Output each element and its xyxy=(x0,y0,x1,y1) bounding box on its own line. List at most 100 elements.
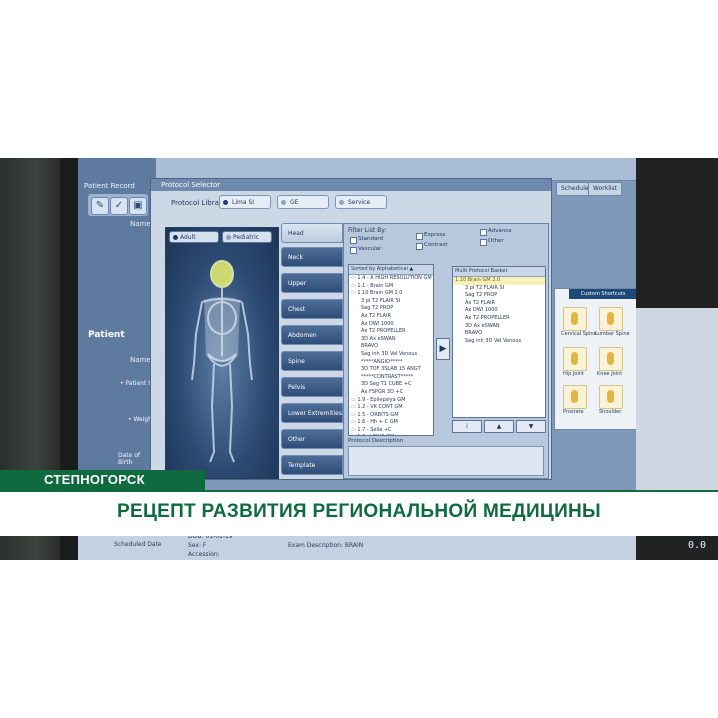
protocol-list-item[interactable]: Ax T2 PROPELLER xyxy=(349,328,433,336)
basket-list-item[interactable]: Ax T2 FLAIR xyxy=(453,300,545,308)
radio-dot-icon xyxy=(223,200,228,205)
custom-shortcuts-tab[interactable]: Custom Shortcuts xyxy=(569,289,637,299)
checkbox-icon xyxy=(350,237,357,244)
library-tab-label: Lima SI xyxy=(232,199,255,206)
skeleton-body-map[interactable] xyxy=(184,256,260,472)
region-tab-other[interactable]: Other xyxy=(281,429,343,449)
basket-list-item[interactable]: Ax DWI 1000 xyxy=(453,307,545,315)
shortcut-label: Knee Joint xyxy=(597,371,623,377)
protocol-list-item[interactable]: *****CONTRAST***** xyxy=(349,374,433,382)
age-tab-label: Adult xyxy=(180,234,196,241)
shortcut-label: Lumbar Spine xyxy=(595,331,630,337)
region-tab-upper-extremities[interactable]: Upper Extremities xyxy=(281,273,343,307)
record-toolbar: ✎ ✓ ▣ xyxy=(88,194,148,216)
sorted-header[interactable]: Sorted by Alphabetical ▲ xyxy=(349,265,433,275)
library-tab-service[interactable]: Service xyxy=(335,195,387,209)
location-tag: СТЕПНОГОРСК xyxy=(0,470,205,490)
headline-text: РЕЦЕПТ РАЗВИТИЯ РЕГИОНАЛЬНОЙ МЕДИЦИНЫ xyxy=(117,501,601,522)
custom-shortcuts-panel: Custom Shortcuts Cervical Spine Lumbar S… xyxy=(554,288,638,430)
basket-list-item[interactable]: Sag T2 PROP xyxy=(453,292,545,300)
protocol-list-item[interactable]: Sag inh 3D Vel Venous xyxy=(349,351,433,359)
protocol-list-item[interactable]: Ax T2 FLAIR xyxy=(349,313,433,321)
location-text: СТЕПНОГОРСК xyxy=(44,472,145,487)
protocol-list-item[interactable]: 3D TOF 3SLAB 15 ANGT xyxy=(349,366,433,374)
hip-joint-icon[interactable] xyxy=(563,347,587,371)
tab-pediatric[interactable]: Pediatric xyxy=(222,231,272,243)
filter-advance-label: Advance xyxy=(488,228,512,234)
filter-contrast[interactable]: Contrast xyxy=(416,242,448,250)
protocol-list-item[interactable]: 1.2 - VK CONT GM xyxy=(349,404,433,412)
region-tab-lower-extremities[interactable]: Lower Extremities xyxy=(281,403,343,423)
readout-value: 0.0 xyxy=(688,540,707,551)
basket-list-item[interactable]: Ax T2 PROPELLER xyxy=(453,315,545,323)
radio-dot-icon xyxy=(281,200,286,205)
protocol-list-item[interactable]: 3 pl T2 FLAIR SI xyxy=(349,298,433,306)
library-tab-label: Service xyxy=(348,199,371,206)
protocol-list-item[interactable]: 1.6 - Hh + C GM xyxy=(349,419,433,427)
filter-standard[interactable]: Standard xyxy=(350,236,383,244)
basket-items: 1.10 Brain GM 2.0 3 pl T2 FLAIR SI Sag T2 … xyxy=(453,277,545,345)
basket-list-item[interactable]: 1.10 Brain GM 2.0 xyxy=(453,277,545,285)
tool-icon[interactable]: ✎ xyxy=(91,197,109,215)
radio-dot-icon xyxy=(339,200,344,205)
info-button[interactable]: i xyxy=(452,420,482,433)
protocol-list-item[interactable]: 1.4 - A HIGH RESOLUTION GM xyxy=(349,275,433,283)
checkbox-icon xyxy=(480,229,487,236)
filter-advance[interactable]: Advance xyxy=(480,228,512,236)
library-tab-ge[interactable]: GE xyxy=(277,195,329,209)
protocol-list-item[interactable]: Sag T2 PROP xyxy=(349,305,433,313)
patient-name-header: Name xyxy=(130,356,151,364)
basket-list-item[interactable]: Sag inh 3D Vel Venous xyxy=(453,338,545,346)
protocol-description-box xyxy=(348,446,544,476)
protocol-list-item[interactable]: *****ANGIO***** xyxy=(349,359,433,367)
add-to-basket-button[interactable]: ▶ xyxy=(436,338,450,360)
region-tab-spine[interactable]: Spine xyxy=(281,351,343,371)
protocol-list-item[interactable]: 1.5 - ORBITS GM xyxy=(349,412,433,420)
protocol-description-label: Protocol Description xyxy=(348,438,404,444)
shoulder-icon[interactable] xyxy=(599,385,623,409)
protocol-list-item[interactable]: 3D Sag T1 CUBE +C xyxy=(349,381,433,389)
filter-vascular[interactable]: Vascular xyxy=(350,246,382,254)
filter-other[interactable]: Other xyxy=(480,238,504,246)
move-up-button[interactable]: ▲ xyxy=(484,420,514,433)
cervical-spine-icon[interactable] xyxy=(563,307,587,331)
lumbar-spine-icon[interactable] xyxy=(599,307,623,331)
protocol-list-item[interactable]: BRAVO xyxy=(349,343,433,351)
body-region-tabs: Head Neck Upper Extremities Chest Abdome… xyxy=(281,223,343,481)
filter-express[interactable]: Express xyxy=(416,232,445,240)
protocol-list-item[interactable]: 1.7 - Sella +C xyxy=(349,427,433,435)
basket-list-item[interactable]: BRAVO xyxy=(453,330,545,338)
tab-worklist[interactable]: Worklist xyxy=(588,182,623,196)
library-tab-label: GE xyxy=(290,199,299,206)
region-tab-neck[interactable]: Neck xyxy=(281,247,343,267)
region-tab-template[interactable]: Template xyxy=(281,455,343,475)
region-tab-head[interactable]: Head xyxy=(281,223,343,243)
prostate-icon[interactable] xyxy=(563,385,587,409)
protocol-list-item[interactable]: Ax DWI 1000 xyxy=(349,321,433,329)
region-tab-pelvis[interactable]: Pelvis xyxy=(281,377,343,397)
region-tab-chest[interactable]: Chest xyxy=(281,299,343,319)
basket-list-item[interactable]: 3D Ax eSWAN xyxy=(453,323,545,331)
save-icon[interactable]: ▣ xyxy=(129,197,147,215)
protocol-list-item[interactable]: 1.9 - Epilepsiya GM xyxy=(349,397,433,405)
knee-joint-icon[interactable] xyxy=(599,347,623,371)
tab-adult[interactable]: Adult xyxy=(169,231,219,243)
head-region xyxy=(210,260,234,288)
filter-other-label: Other xyxy=(488,238,504,244)
sex-value: Sex: F xyxy=(188,542,207,549)
protocol-list-item[interactable]: 1.10 Brain GM 2.0 xyxy=(349,290,433,298)
exam-description: Exam Description: BRAIN xyxy=(288,542,364,549)
protocol-list-item[interactable]: 1.3 - VOUS GM xyxy=(349,434,433,435)
protocol-list-item[interactable]: Ax FSPGR 3D +C xyxy=(349,389,433,397)
move-down-button[interactable]: ▼ xyxy=(516,420,546,433)
check-icon[interactable]: ✓ xyxy=(110,197,128,215)
protocol-list-item[interactable]: 3D Ax eSWAN xyxy=(349,336,433,344)
basket-list-item[interactable]: 3 pl T2 FLAIR SI xyxy=(453,285,545,293)
region-tab-abdomen[interactable]: Abdomen xyxy=(281,325,343,345)
filter-vascular-label: Vascular xyxy=(358,246,382,252)
protocol-items: 1.4 - A HIGH RESOLUTION GM1.1 - Brain GM… xyxy=(349,275,433,435)
anatomy-panel: Adult Pediatric xyxy=(165,227,279,479)
library-tab-lima[interactable]: Lima SI xyxy=(219,195,271,209)
dialog-title: Protocol Selector xyxy=(151,179,551,191)
protocol-list-item[interactable]: 1.1 - Brain GM xyxy=(349,283,433,291)
